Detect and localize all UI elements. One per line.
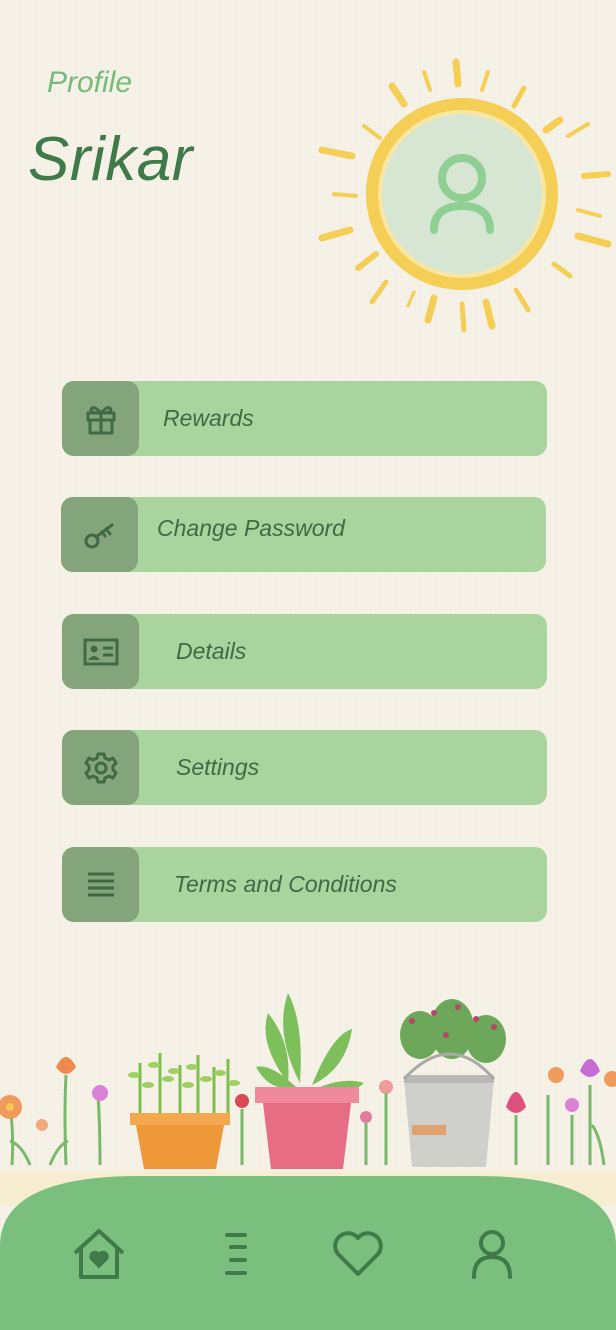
- flower-icon: [8, 1074, 102, 1166]
- nav-favorites-button[interactable]: [326, 1222, 390, 1286]
- menu-item-rewards[interactable]: Rewards: [62, 381, 547, 456]
- nav-home-button[interactable]: [67, 1222, 131, 1286]
- page-subtitle: Profile: [47, 66, 133, 99]
- id-card-icon: [62, 614, 139, 689]
- gear-icon: [62, 730, 139, 805]
- nav-list-button[interactable]: [199, 1222, 263, 1286]
- garden-illustration: [0, 993, 616, 1205]
- page-title: Srikar: [28, 125, 193, 194]
- gift-icon: [62, 381, 139, 456]
- menu-label-terms: Terms and Conditions: [174, 871, 397, 897]
- menu-label-settings: Settings: [176, 754, 260, 780]
- menu-item-change-password[interactable]: Change Password: [61, 497, 546, 572]
- menu-item-details[interactable]: Details: [62, 614, 547, 689]
- key-icon: [61, 497, 138, 572]
- avatar[interactable]: [316, 58, 616, 338]
- home-heart-icon: [73, 1229, 125, 1279]
- menu-item-terms[interactable]: Terms and Conditions: [62, 847, 547, 922]
- menu-label-details: Details: [176, 638, 247, 664]
- menu-label-rewards: Rewards: [163, 405, 254, 431]
- heart-icon: [333, 1231, 383, 1276]
- menu-label-change-password: Change Password: [157, 515, 345, 541]
- menu-item-settings[interactable]: Settings: [62, 730, 547, 805]
- list-icon: [225, 1233, 247, 1275]
- lines-icon: [62, 847, 139, 922]
- nav-profile-button[interactable]: [460, 1222, 524, 1286]
- profile-icon: [472, 1230, 512, 1279]
